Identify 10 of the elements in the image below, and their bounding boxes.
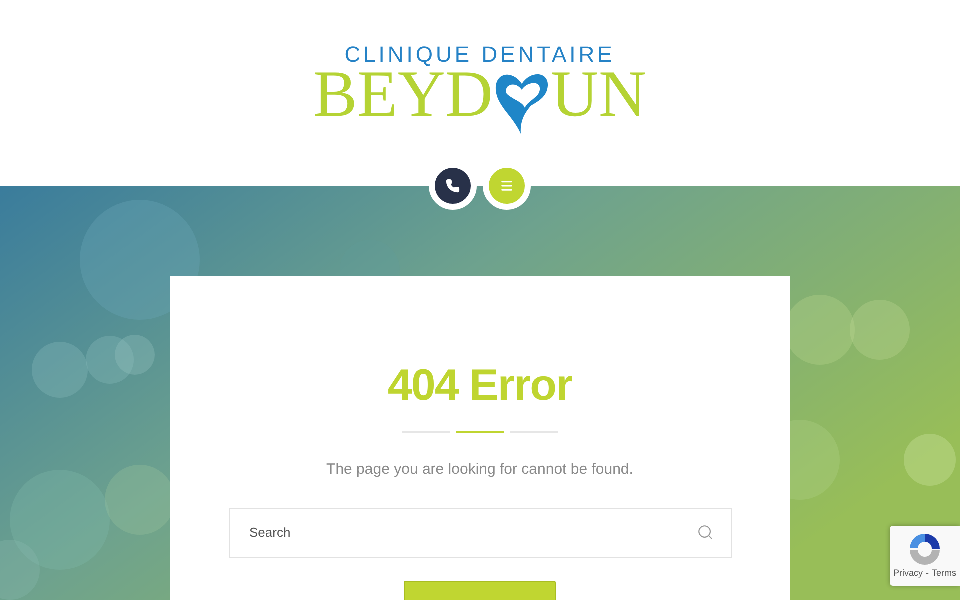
error-message: The page you are looking for cannot be found.: [326, 460, 634, 480]
recaptcha-link[interactable]: Terms: [932, 569, 956, 578]
separator: -: [926, 569, 929, 578]
phone-icon: [446, 179, 460, 193]
search-icon: [696, 524, 714, 540]
search-field[interactable]: Search: [228, 508, 732, 558]
menu-icon: [500, 179, 514, 193]
recaptcha-link[interactable]: Privacy: [893, 569, 923, 578]
logo-name: UN: [551, 62, 646, 128]
error-title: 404 Error: [388, 364, 572, 408]
